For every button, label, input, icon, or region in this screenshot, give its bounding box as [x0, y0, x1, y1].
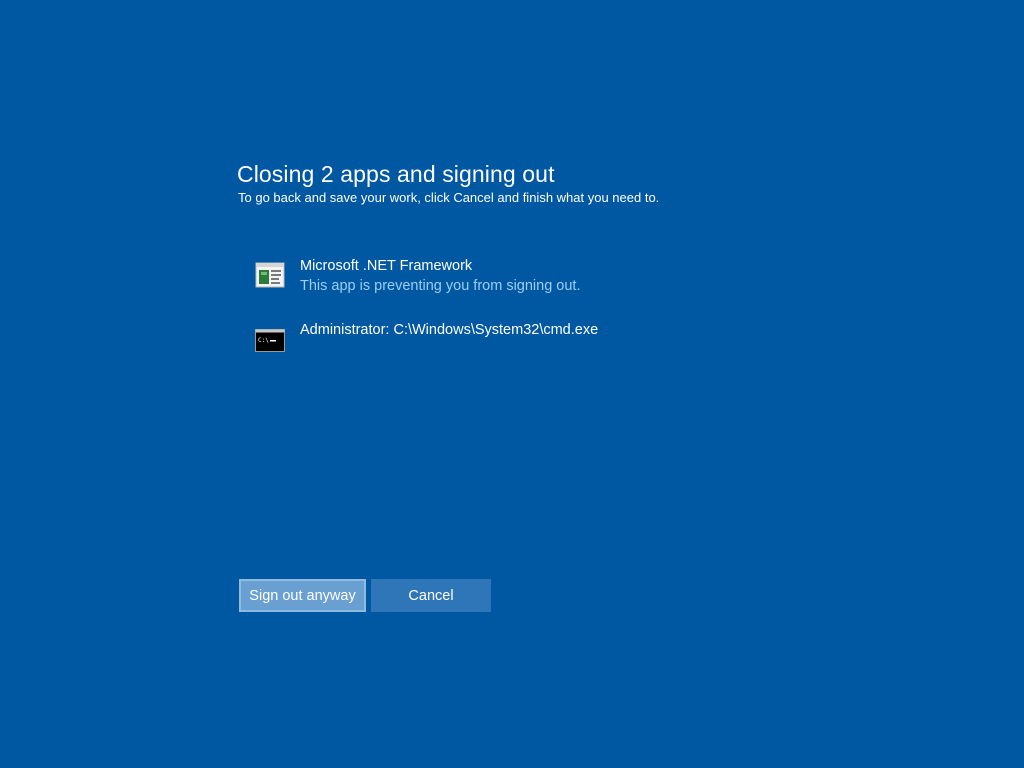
app-name: Administrator: C:\Windows\System32\cmd.e…: [300, 322, 599, 338]
dialog-header: Closing 2 apps and signing out To go bac…: [237, 158, 957, 206]
page-subtitle: To go back and save your work, click Can…: [238, 190, 660, 205]
blocking-app-list: Microsoft .NET Framework This app is pre…: [255, 256, 895, 384]
list-item: Microsoft .NET Framework This app is pre…: [255, 256, 895, 320]
sign-out-anyway-button[interactable]: Sign out anyway: [239, 579, 366, 612]
sign-out-screen: Closing 2 apps and signing out To go bac…: [0, 0, 1024, 768]
cancel-button[interactable]: Cancel: [371, 579, 491, 612]
dotnet-app-icon: [255, 262, 285, 288]
action-buttons: Sign out anyway Cancel: [239, 579, 491, 612]
list-item: C:\ Administrator: C:\Windows\System32\c…: [255, 320, 895, 384]
app-name: Microsoft .NET Framework: [300, 258, 473, 274]
app-status: This app is preventing you from signing …: [300, 278, 581, 294]
page-title: Closing 2 apps and signing out: [237, 161, 555, 187]
svg-text:C:\: C:\: [258, 337, 269, 344]
cmd-icon: C:\: [255, 326, 285, 352]
